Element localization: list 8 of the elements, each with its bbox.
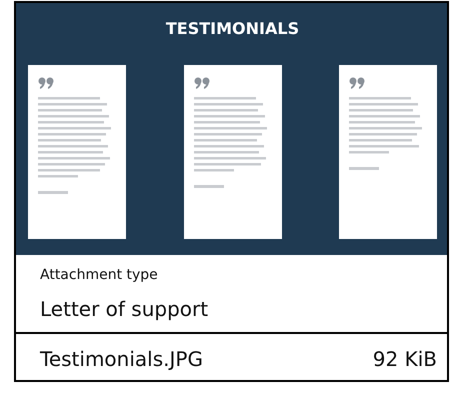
quote-icon: [38, 77, 54, 89]
file-name: Testimonials.JPG: [40, 346, 203, 373]
preview-title: TESTIMONIALS: [164, 18, 300, 40]
file-size: 92 KiB: [372, 346, 437, 373]
field-value: Letter of support: [40, 296, 210, 323]
field-label: Attachment type: [40, 266, 159, 285]
quote-icon: [194, 77, 210, 89]
quote-icon: [349, 77, 365, 89]
